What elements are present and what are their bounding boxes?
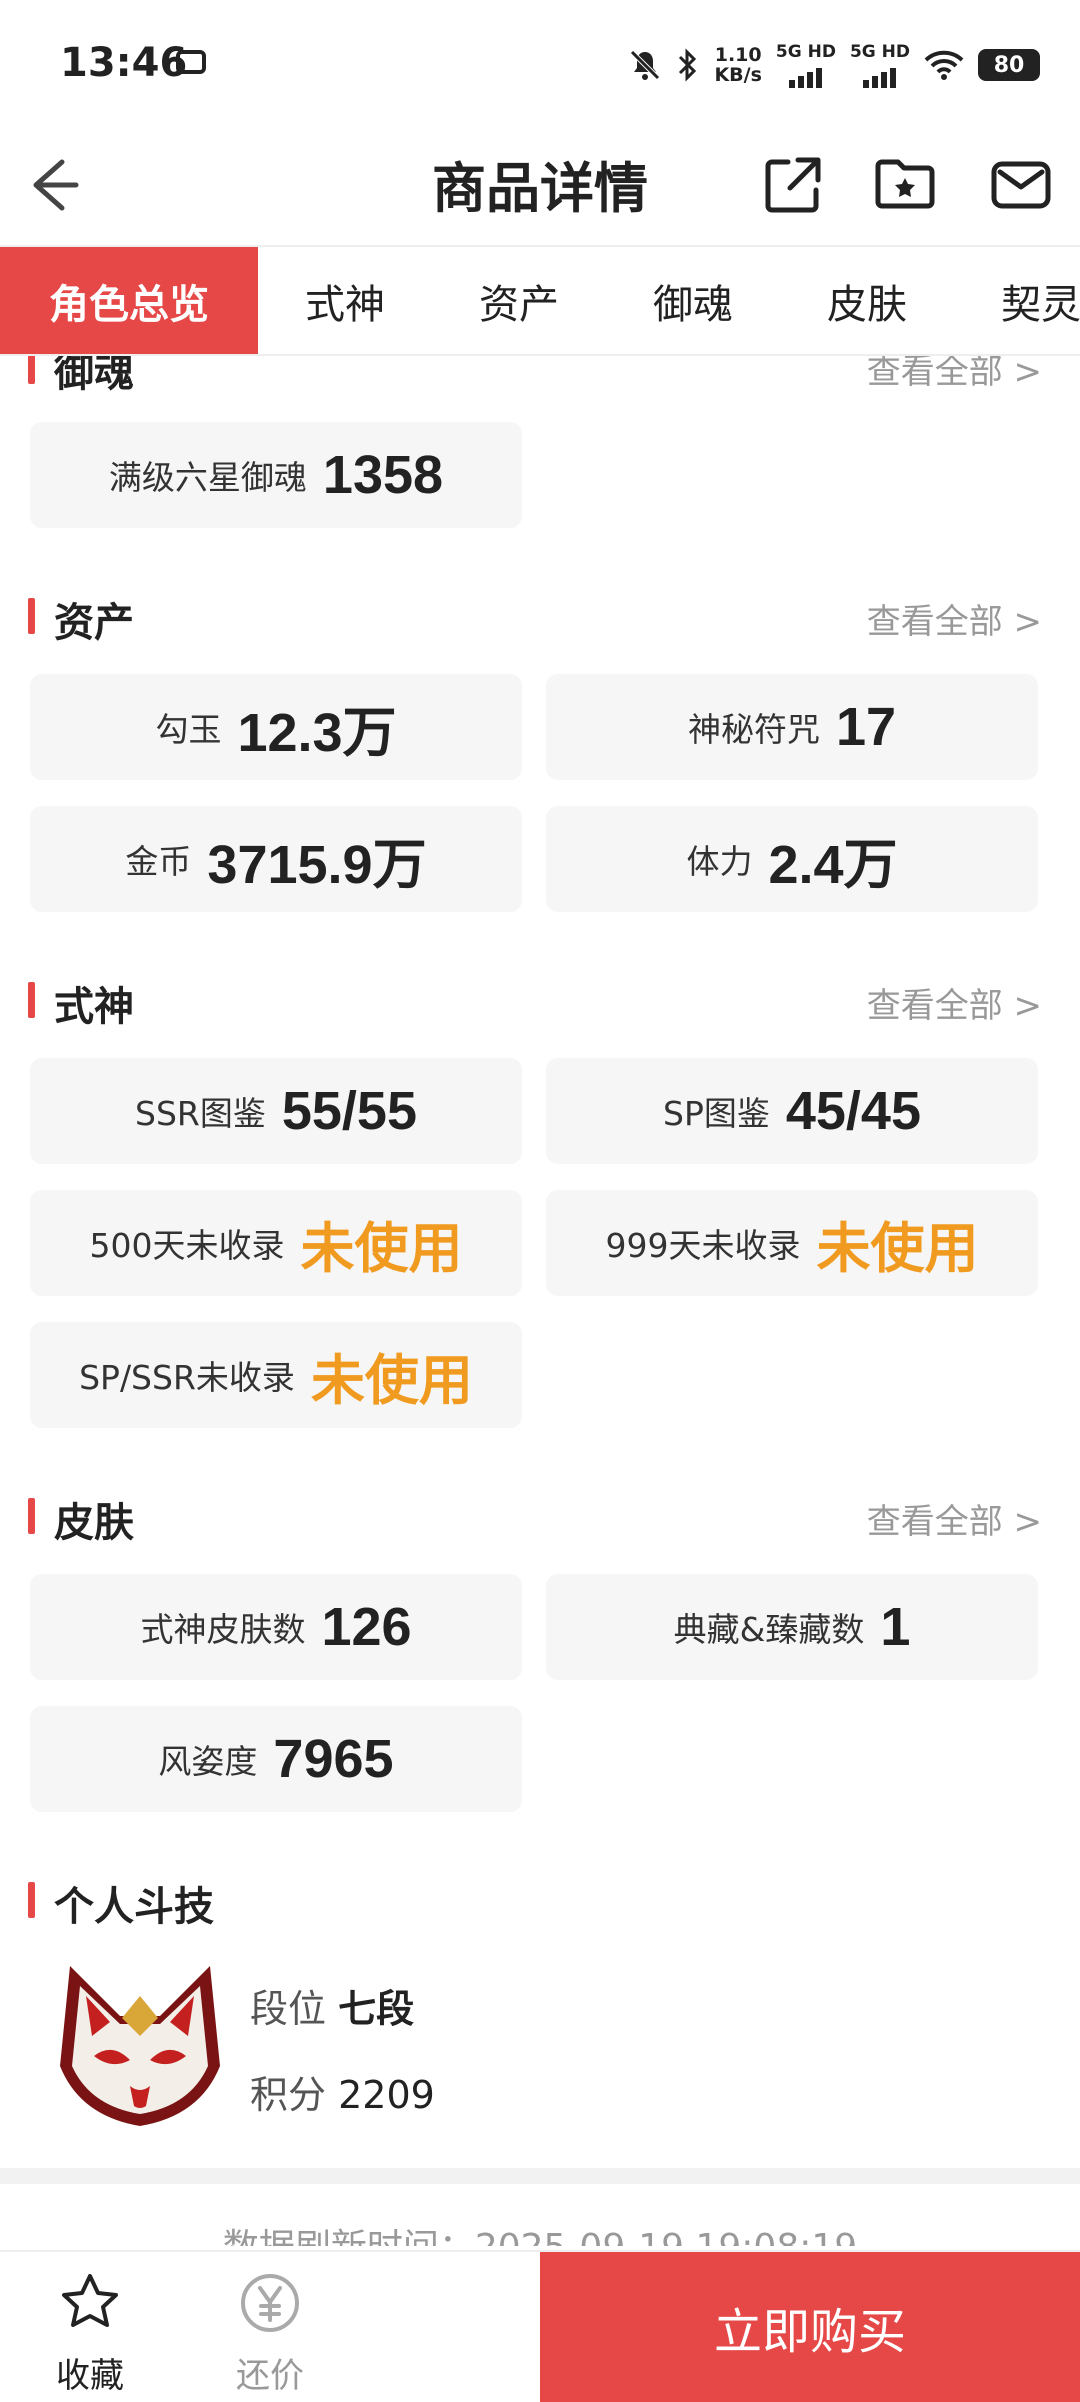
overview-content: 御魂 查看全部 > 满级六星御魂 1358 资产 查看全部 > 勾玉 12.3万… xyxy=(0,356,1080,2246)
section-title: 资产 xyxy=(54,600,134,646)
mute-icon xyxy=(630,50,661,80)
stat-card: 式神皮肤数 126 xyxy=(30,1574,522,1680)
tv-icon xyxy=(176,50,206,74)
stat-card: 勾玉 12.3万 xyxy=(30,674,522,780)
tab-yuhun[interactable]: 御魂 xyxy=(606,247,780,354)
arena-score: 积分 2209 xyxy=(250,2073,435,2117)
section-accent xyxy=(28,598,35,634)
section-arena-header: 个人斗技 xyxy=(28,1874,1052,1930)
bottom-action-bar: 收藏 还价 立即购买 xyxy=(0,2250,1080,2402)
section-accent xyxy=(28,356,35,384)
refresh-time: 数据刷新时间：2025-09-19 19:08:19 xyxy=(0,2218,1080,2246)
mail-icon[interactable] xyxy=(988,152,1054,218)
tab-contract[interactable]: 契灵 xyxy=(954,247,1080,354)
buy-now-button[interactable]: 立即购买 xyxy=(540,2252,1080,2402)
favorite-button[interactable]: 收藏 xyxy=(30,2270,150,2397)
section-title: 个人斗技 xyxy=(54,1884,214,1930)
divider xyxy=(0,2168,1080,2184)
stat-card: 风姿度 7965 xyxy=(30,1706,522,1812)
tab-bar: 角色总览 式神 资产 御魂 皮肤 契灵 xyxy=(0,247,1080,356)
arena-rank: 段位 七段 xyxy=(250,1987,415,2031)
section-skins-header: 皮肤 查看全部 > xyxy=(28,1490,1052,1546)
section-accent xyxy=(28,982,35,1018)
section-shikigami-header: 式神 查看全部 > xyxy=(28,974,1052,1030)
status-icons: 1.10 KB/s 5G HD 5G HD 80 xyxy=(628,40,1040,90)
tab-skins[interactable]: 皮肤 xyxy=(780,247,954,354)
fox-mask-icon xyxy=(60,1966,220,2126)
tab-shikigami[interactable]: 式神 xyxy=(258,247,432,354)
signal-2: 5G HD xyxy=(850,42,910,88)
section-title: 皮肤 xyxy=(54,1500,134,1546)
stat-card: 神秘符咒 17 xyxy=(546,674,1038,780)
section-title: 式神 xyxy=(54,984,134,1030)
stat-card: SSR图鉴 55/55 xyxy=(30,1058,522,1164)
section-assets-header: 资产 查看全部 > xyxy=(28,590,1052,646)
wifi-icon xyxy=(924,50,964,80)
status-bar: 13:46 1.10 KB/s 5G HD 5G HD 80 xyxy=(0,0,1080,130)
net-speed: 1.10 KB/s xyxy=(714,44,762,86)
bargain-button[interactable]: 还价 xyxy=(210,2270,330,2397)
status-time: 13:46 xyxy=(60,40,188,86)
stat-card: SP/SSR未收录 未使用 xyxy=(30,1322,522,1428)
view-all-link[interactable]: 查看全部 > xyxy=(867,356,1042,393)
stat-card: SP图鉴 45/45 xyxy=(546,1058,1038,1164)
section-accent xyxy=(28,1882,35,1918)
battery-indicator: 80 xyxy=(978,49,1040,81)
stat-card: 满级六星御魂 1358 xyxy=(30,422,522,528)
stat-card: 500天未收录 未使用 xyxy=(30,1190,522,1296)
view-all-link[interactable]: 查看全部 > xyxy=(867,978,1042,1027)
stat-card: 999天未收录 未使用 xyxy=(546,1190,1038,1296)
signal-1: 5G HD xyxy=(776,42,836,88)
section-yuhun-header: 御魂 查看全部 > xyxy=(28,356,1052,396)
yuan-icon xyxy=(241,2274,299,2332)
view-all-link[interactable]: 查看全部 > xyxy=(867,594,1042,643)
stat-card: 典藏&臻藏数 1 xyxy=(546,1574,1038,1680)
tab-overview[interactable]: 角色总览 xyxy=(0,247,258,354)
section-title: 御魂 xyxy=(54,356,134,396)
tab-assets[interactable]: 资产 xyxy=(432,247,606,354)
share-icon[interactable] xyxy=(760,152,826,218)
title-bar: 商品详情 xyxy=(0,130,1080,247)
stat-card: 体力 2.4万 xyxy=(546,806,1038,912)
star-icon xyxy=(62,2274,118,2327)
view-all-link[interactable]: 查看全部 > xyxy=(867,1494,1042,1543)
favorite-folder-icon[interactable] xyxy=(872,152,938,218)
bluetooth-icon xyxy=(679,48,697,82)
section-accent xyxy=(28,1498,35,1534)
stat-card: 金币 3715.9万 xyxy=(30,806,522,912)
